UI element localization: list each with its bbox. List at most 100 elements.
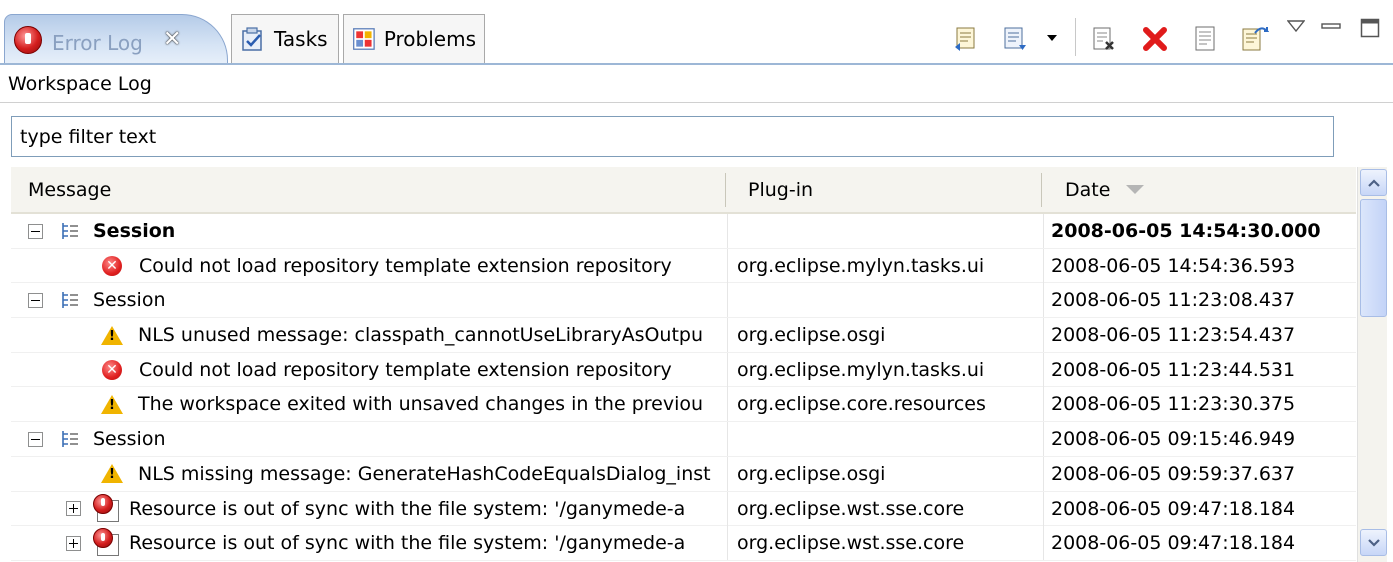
- delete-log-icon[interactable]: [1140, 24, 1170, 54]
- column-divider: [1043, 456, 1044, 491]
- column-header-plugin[interactable]: Plug-in: [748, 167, 1038, 212]
- cell-message: Session: [11, 283, 727, 317]
- column-header-date[interactable]: Date: [1065, 167, 1345, 212]
- cell-message: NLS unused message: classpath_cannotUseL…: [11, 318, 727, 352]
- log-table: Message Plug-in Date Session 2008-06-05 …: [11, 167, 1393, 562]
- header-divider: [0, 102, 1393, 103]
- cell-message: ✕ Could not load repository template ext…: [11, 353, 727, 387]
- cell-message: The workspace exited with unsaved change…: [11, 387, 727, 421]
- expand-icon[interactable]: [66, 535, 81, 551]
- tab-bar-border: [0, 63, 1393, 65]
- cell-date: 2008-06-05 09:47:18.184: [1051, 532, 1296, 555]
- tasks-icon: [242, 27, 262, 51]
- collapse-icon[interactable]: [28, 292, 43, 308]
- view-tab-bar: Error Log ✕ Tasks Problems: [0, 0, 1393, 66]
- column-divider: [1043, 248, 1044, 283]
- session-icon: [62, 431, 78, 448]
- table-row[interactable]: Session 2008-06-05 11:23:08.437: [11, 283, 1356, 319]
- column-divider: [727, 352, 728, 387]
- message-text: Resource is out of sync with the file sy…: [129, 497, 686, 520]
- session-icon: [62, 223, 78, 239]
- maximize-icon[interactable]: [1358, 16, 1382, 40]
- vertical-scrollbar[interactable]: [1357, 167, 1387, 562]
- column-divider: [1043, 318, 1044, 353]
- cell-plugin: org.eclipse.osgi: [737, 462, 886, 485]
- column-divider: [1043, 283, 1044, 318]
- dropdown-arrow-icon[interactable]: [1044, 30, 1060, 46]
- cell-message: Resource is out of sync with the file sy…: [11, 492, 727, 526]
- filter-input[interactable]: [11, 116, 1334, 157]
- table-row[interactable]: NLS unused message: classpath_cannotUseL…: [11, 318, 1356, 353]
- message-text: Could not load repository template exten…: [139, 254, 672, 277]
- table-row[interactable]: Resource is out of sync with the file sy…: [11, 491, 1356, 527]
- clear-log-viewer-icon[interactable]: [1088, 24, 1118, 54]
- tab-tasks-label: Tasks: [274, 27, 328, 51]
- restore-log-icon[interactable]: [1238, 22, 1270, 54]
- cell-plugin: org.eclipse.core.resources: [737, 393, 986, 416]
- column-divider: [727, 214, 728, 248]
- column-divider: [727, 526, 728, 561]
- error-group-icon: [93, 528, 123, 558]
- cell-date: 2008-06-05 11:23:30.375: [1051, 393, 1296, 416]
- session-icon: [62, 292, 78, 309]
- message-text: The workspace exited with unsaved change…: [138, 393, 704, 416]
- import-log-icon[interactable]: [1000, 24, 1030, 54]
- cell-date: 2008-06-05 14:54:36.593: [1051, 254, 1296, 277]
- cell-message: NLS missing message: GenerateHashCodeEqu…: [11, 457, 727, 491]
- error-icon: ✕: [102, 359, 122, 380]
- column-divider: [727, 283, 728, 318]
- table-row[interactable]: Resource is out of sync with the file sy…: [11, 526, 1356, 561]
- table-row[interactable]: The workspace exited with unsaved change…: [11, 387, 1356, 423]
- collapse-icon[interactable]: [28, 431, 43, 447]
- cell-date: 2008-06-05 09:59:37.637: [1051, 462, 1296, 485]
- message-text: Could not load repository template exten…: [139, 358, 672, 381]
- problems-icon: [353, 28, 375, 50]
- scroll-down-button[interactable]: [1360, 529, 1387, 556]
- column-divider: [727, 422, 728, 457]
- cell-plugin: org.eclipse.mylyn.tasks.ui: [737, 358, 985, 381]
- view-menu-icon[interactable]: [1286, 18, 1306, 34]
- message-text: NLS unused message: classpath_cannotUseL…: [138, 324, 704, 347]
- cell-message: Session: [11, 214, 727, 248]
- toolbar-separator: [1075, 18, 1076, 56]
- column-divider: [727, 387, 728, 422]
- cell-date: 2008-06-05 11:23:54.437: [1051, 324, 1296, 347]
- column-header-plugin-label: Plug-in: [748, 178, 814, 201]
- scroll-up-button[interactable]: [1360, 169, 1387, 196]
- table-row[interactable]: ✕ Could not load repository template ext…: [11, 352, 1356, 388]
- cell-message: ✕ Could not load repository template ext…: [11, 249, 727, 283]
- tab-tasks[interactable]: Tasks: [231, 14, 339, 63]
- warning-icon: [101, 464, 123, 484]
- collapse-icon[interactable]: [28, 223, 43, 239]
- table-row[interactable]: ✕ Could not load repository template ext…: [11, 248, 1356, 284]
- column-divider: [1043, 214, 1044, 248]
- cell-date: 2008-06-05 09:47:18.184: [1051, 497, 1296, 520]
- expand-icon[interactable]: [66, 501, 81, 516]
- column-separator[interactable]: [1041, 173, 1042, 207]
- cell-plugin: [737, 283, 1043, 317]
- column-divider: [1043, 526, 1044, 561]
- cell-plugin: org.eclipse.mylyn.tasks.ui: [737, 254, 985, 277]
- scroll-thumb[interactable]: [1360, 199, 1387, 317]
- column-divider: [727, 491, 728, 526]
- table-row[interactable]: Session 2008-06-05 14:54:30.000: [11, 214, 1356, 249]
- message-text: Session: [93, 220, 176, 242]
- cell-plugin: org.eclipse.wst.sse.core: [737, 532, 965, 555]
- cell-message: Session: [11, 422, 727, 456]
- table-body: Session 2008-06-05 14:54:30.000 ✕ Could …: [11, 214, 1356, 561]
- table-row[interactable]: NLS missing message: GenerateHashCodeEqu…: [11, 456, 1356, 492]
- table-row[interactable]: Session 2008-06-05 09:15:46.949: [11, 422, 1356, 457]
- open-log-icon[interactable]: [1190, 24, 1220, 54]
- workspace-log-label: Workspace Log: [8, 73, 152, 95]
- warning-icon: [101, 394, 123, 414]
- column-divider: [727, 318, 728, 353]
- tab-problems[interactable]: Problems: [343, 14, 485, 63]
- tab-error-log-label: Error Log: [52, 31, 143, 55]
- minimize-icon[interactable]: [1320, 18, 1342, 34]
- column-header-message[interactable]: Message: [28, 167, 718, 212]
- close-icon[interactable]: ✕: [163, 27, 181, 52]
- export-log-icon[interactable]: [950, 24, 980, 54]
- column-separator[interactable]: [725, 173, 726, 207]
- message-text: Session: [93, 289, 166, 312]
- message-text: Session: [93, 428, 166, 451]
